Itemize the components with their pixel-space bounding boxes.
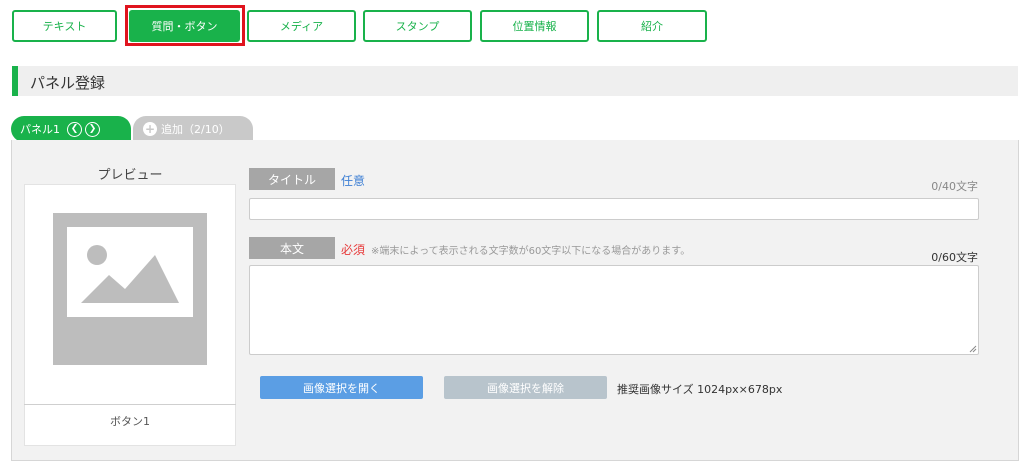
plus-icon: + [143,122,157,136]
section-title: パネル登録 [30,74,106,92]
panel-tab-label: パネル1 [20,123,60,136]
tab-stamp[interactable]: スタンプ [363,10,472,42]
preview-label: プレビュー [97,168,163,183]
body-hint: ※端末によって表示される文字数が60文字以下になる場合があります。 [371,246,691,257]
panel-tab-current[interactable]: パネル1 ❮ ❯ [11,116,131,142]
required-note: 必須 [341,243,366,257]
preview-caption: ボタン1 [110,415,150,428]
recommended-size-note: 推奨画像サイズ 1024px×678px [617,383,783,396]
landscape-icon [81,245,179,303]
tab-location[interactable]: 位置情報 [480,10,589,42]
tab-media[interactable]: メディア [247,10,356,42]
section-header: パネル登録 [12,66,1018,96]
resize-handle-icon[interactable] [968,344,977,353]
clear-image-button[interactable]: 画像選択を解除 [444,376,607,399]
tab-introduction[interactable]: 紹介 [597,10,707,42]
title-counter: 0/40文字 [931,180,978,193]
selection-highlight [125,5,245,46]
section-accent-bar [12,66,18,96]
body-label: 本文 [249,237,335,259]
chevron-left-icon[interactable]: ❮ [67,121,82,137]
title-input[interactable] [249,198,979,220]
preview-divider [24,404,236,405]
open-image-button[interactable]: 画像選択を開く [260,376,423,399]
image-placeholder-icon [53,213,207,365]
tab-text[interactable]: テキスト [12,10,117,42]
body-textarea[interactable] [249,265,979,355]
body-counter: 0/60文字 [931,251,978,264]
add-panel-label: 追加（2/10） [161,123,230,136]
chevron-right-icon[interactable]: ❯ [85,121,100,137]
title-label: タイトル [249,168,335,190]
optional-note: 任意 [341,174,366,188]
add-panel-tab[interactable]: + 追加（2/10） [133,116,253,142]
